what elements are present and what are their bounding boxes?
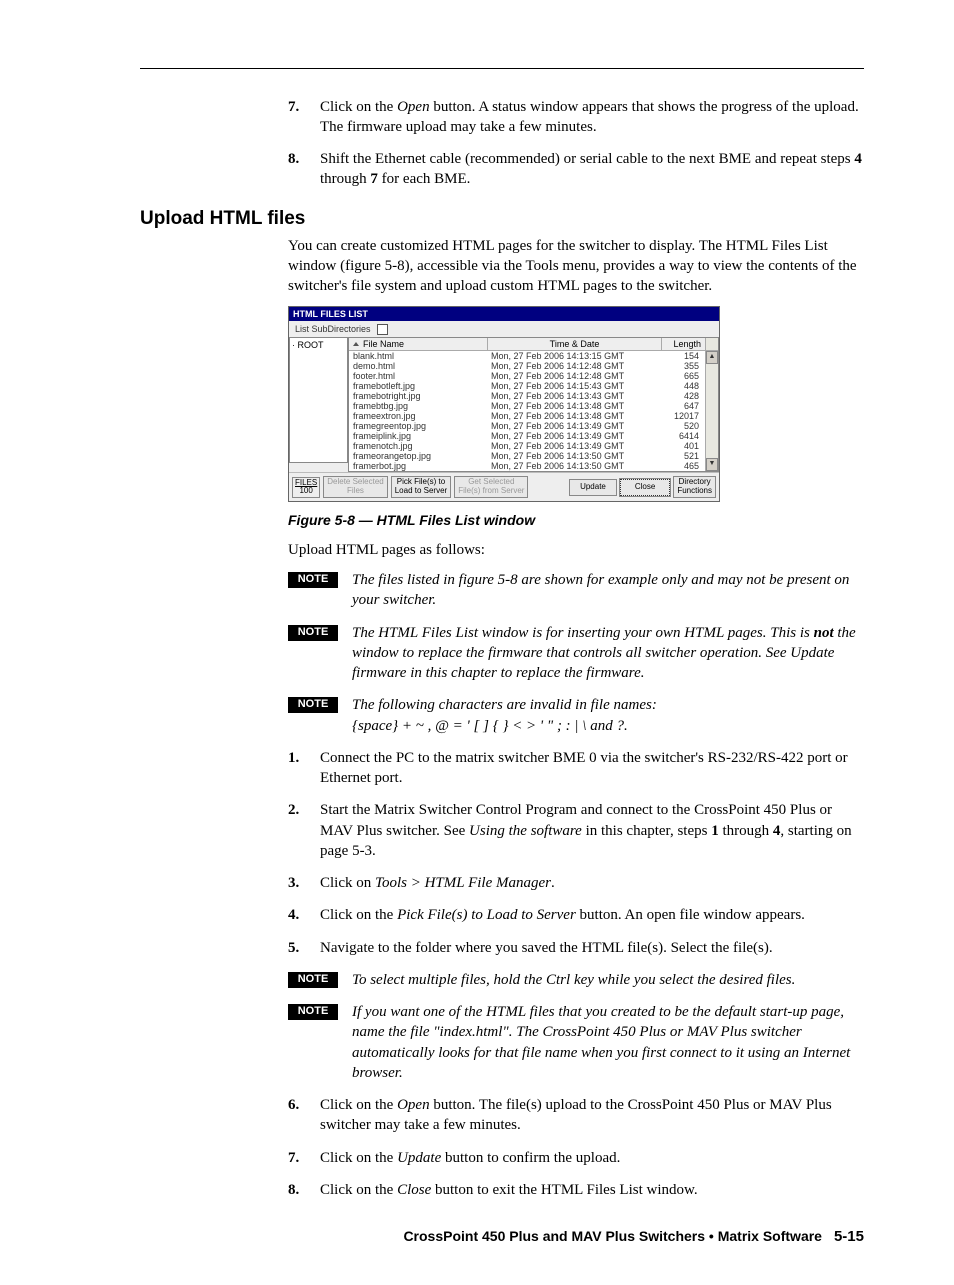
file-name: demo.html — [349, 361, 487, 371]
file-date: Mon, 27 Feb 2006 14:13:43 GMT — [487, 391, 660, 401]
file-row[interactable]: frameorangetop.jpgMon, 27 Feb 2006 14:13… — [349, 451, 705, 461]
file-date: Mon, 27 Feb 2006 14:13:49 GMT — [487, 441, 660, 451]
close-button[interactable]: Close — [620, 479, 670, 496]
page-footer: CrossPoint 450 Plus and MAV Plus Switche… — [140, 1228, 864, 1245]
file-name: footer.html — [349, 371, 487, 381]
file-length: 448 — [660, 381, 703, 391]
sort-icon — [353, 342, 359, 346]
file-row[interactable]: framebotleft.jpgMon, 27 Feb 2006 14:15:4… — [349, 381, 705, 391]
note-3: NOTE The following characters are invali… — [288, 695, 864, 736]
file-date: Mon, 27 Feb 2006 14:12:48 GMT — [487, 361, 660, 371]
col-date[interactable]: Time & Date — [488, 338, 662, 350]
file-row[interactable]: blank.htmlMon, 27 Feb 2006 14:13:15 GMT1… — [349, 351, 705, 361]
file-length: 665 — [660, 371, 703, 381]
file-row[interactable]: framebtbg.jpgMon, 27 Feb 2006 14:13:48 G… — [349, 401, 705, 411]
col-filename[interactable]: File Name — [349, 338, 488, 350]
window-title: HTML FILES LIST — [289, 307, 719, 321]
file-length: 520 — [660, 421, 703, 431]
intro-step-8: 8. Shift the Ethernet cable (recommended… — [288, 149, 864, 190]
file-row[interactable]: framebotright.jpgMon, 27 Feb 2006 14:13:… — [349, 391, 705, 401]
file-name: frameorangetop.jpg — [349, 451, 487, 461]
file-name: framerbot.jpg — [349, 461, 487, 471]
file-date: Mon, 27 Feb 2006 14:13:50 GMT — [487, 451, 660, 461]
delete-files-button[interactable]: Delete Selected Files — [323, 476, 387, 498]
file-length: 401 — [660, 441, 703, 451]
note-badge: NOTE — [288, 1004, 338, 1020]
file-date: Mon, 27 Feb 2006 14:13:50 GMT — [487, 461, 660, 471]
intro-step-7: 7. Click on the Open button. A status wi… — [288, 97, 864, 138]
note-4: NOTE To select multiple files, hold the … — [288, 970, 864, 990]
top-rule — [140, 68, 864, 69]
intro-paragraph: You can create customized HTML pages for… — [288, 236, 864, 297]
file-date: Mon, 27 Feb 2006 14:13:15 GMT — [487, 351, 660, 361]
step-item: 5.Navigate to the folder where you saved… — [288, 938, 864, 958]
files-count: FILES 100 — [292, 477, 320, 498]
file-length: 12017 — [660, 411, 703, 421]
note-1: NOTE The files listed in figure 5-8 are … — [288, 570, 864, 611]
file-row[interactable]: footer.htmlMon, 27 Feb 2006 14:12:48 GMT… — [349, 371, 705, 381]
step-item: 6.Click on the Open button. The file(s) … — [288, 1095, 864, 1136]
scroll-up-icon[interactable]: ▲ — [706, 351, 718, 364]
file-date: Mon, 27 Feb 2006 14:12:48 GMT — [487, 371, 660, 381]
scroll-down-icon[interactable]: ▼ — [706, 458, 718, 471]
file-date: Mon, 27 Feb 2006 14:13:48 GMT — [487, 401, 660, 411]
file-length: 428 — [660, 391, 703, 401]
file-date: Mon, 27 Feb 2006 14:13:49 GMT — [487, 421, 660, 431]
file-name: framenotch.jpg — [349, 441, 487, 451]
file-name: frameextron.jpg — [349, 411, 487, 421]
get-files-button[interactable]: Get Selected File(s) from Server — [454, 476, 528, 498]
note-5: NOTE If you want one of the HTML files t… — [288, 1002, 864, 1083]
file-length: 465 — [660, 461, 703, 471]
note-badge: NOTE — [288, 697, 338, 713]
file-list[interactable]: File Name Time & Date Length blank.htmlM… — [348, 337, 719, 472]
note-badge: NOTE — [288, 625, 338, 641]
file-row[interactable]: demo.htmlMon, 27 Feb 2006 14:12:48 GMT35… — [349, 361, 705, 371]
file-length: 647 — [660, 401, 703, 411]
html-files-list-window: HTML FILES LIST List SubDirectories · RO… — [288, 306, 720, 502]
tree-view[interactable]: · ROOT — [289, 337, 348, 463]
note-badge: NOTE — [288, 972, 338, 988]
directory-functions-button[interactable]: Directory Functions — [673, 476, 716, 498]
step-item: 3.Click on Tools > HTML File Manager. — [288, 873, 864, 893]
scrollbar[interactable]: ▲ ▼ — [705, 351, 718, 471]
file-length: 154 — [660, 351, 703, 361]
file-name: frameiplink.jpg — [349, 431, 487, 441]
file-row[interactable]: framegreentop.jpgMon, 27 Feb 2006 14:13:… — [349, 421, 705, 431]
file-row[interactable]: frameiplink.jpgMon, 27 Feb 2006 14:13:49… — [349, 431, 705, 441]
file-name: framebotleft.jpg — [349, 381, 487, 391]
file-date: Mon, 27 Feb 2006 14:13:48 GMT — [487, 411, 660, 421]
figure-caption: Figure 5-8 — HTML Files List window — [288, 512, 864, 528]
file-row[interactable]: framerbot.jpgMon, 27 Feb 2006 14:13:50 G… — [349, 461, 705, 471]
file-row[interactable]: frameextron.jpgMon, 27 Feb 2006 14:13:48… — [349, 411, 705, 421]
file-date: Mon, 27 Feb 2006 14:15:43 GMT — [487, 381, 660, 391]
list-subdir-row: List SubDirectories — [289, 321, 719, 337]
col-length[interactable]: Length — [662, 338, 705, 350]
subdir-checkbox[interactable] — [377, 324, 388, 335]
file-name: framegreentop.jpg — [349, 421, 487, 431]
file-length: 355 — [660, 361, 703, 371]
file-date: Mon, 27 Feb 2006 14:13:49 GMT — [487, 431, 660, 441]
pick-files-button[interactable]: Pick File(s) to Load to Server — [391, 476, 451, 498]
update-button[interactable]: Update — [569, 479, 617, 496]
step-item: 2.Start the Matrix Switcher Control Prog… — [288, 800, 864, 861]
step-item: 1.Connect the PC to the matrix switcher … — [288, 748, 864, 789]
file-name: blank.html — [349, 351, 487, 361]
step-item: 4.Click on the Pick File(s) to Load to S… — [288, 905, 864, 925]
upload-intro: Upload HTML pages as follows: — [288, 540, 864, 560]
note-badge: NOTE — [288, 572, 338, 588]
heading-upload-html: Upload HTML files — [140, 208, 864, 230]
file-length: 6414 — [660, 431, 703, 441]
file-name: framebotright.jpg — [349, 391, 487, 401]
note-2: NOTE The HTML Files List window is for i… — [288, 623, 864, 684]
file-row[interactable]: framenotch.jpgMon, 27 Feb 2006 14:13:49 … — [349, 441, 705, 451]
step-item: 7.Click on the Update button to confirm … — [288, 1148, 864, 1168]
file-length: 521 — [660, 451, 703, 461]
file-name: framebtbg.jpg — [349, 401, 487, 411]
step-item: 8.Click on the Close button to exit the … — [288, 1180, 864, 1200]
